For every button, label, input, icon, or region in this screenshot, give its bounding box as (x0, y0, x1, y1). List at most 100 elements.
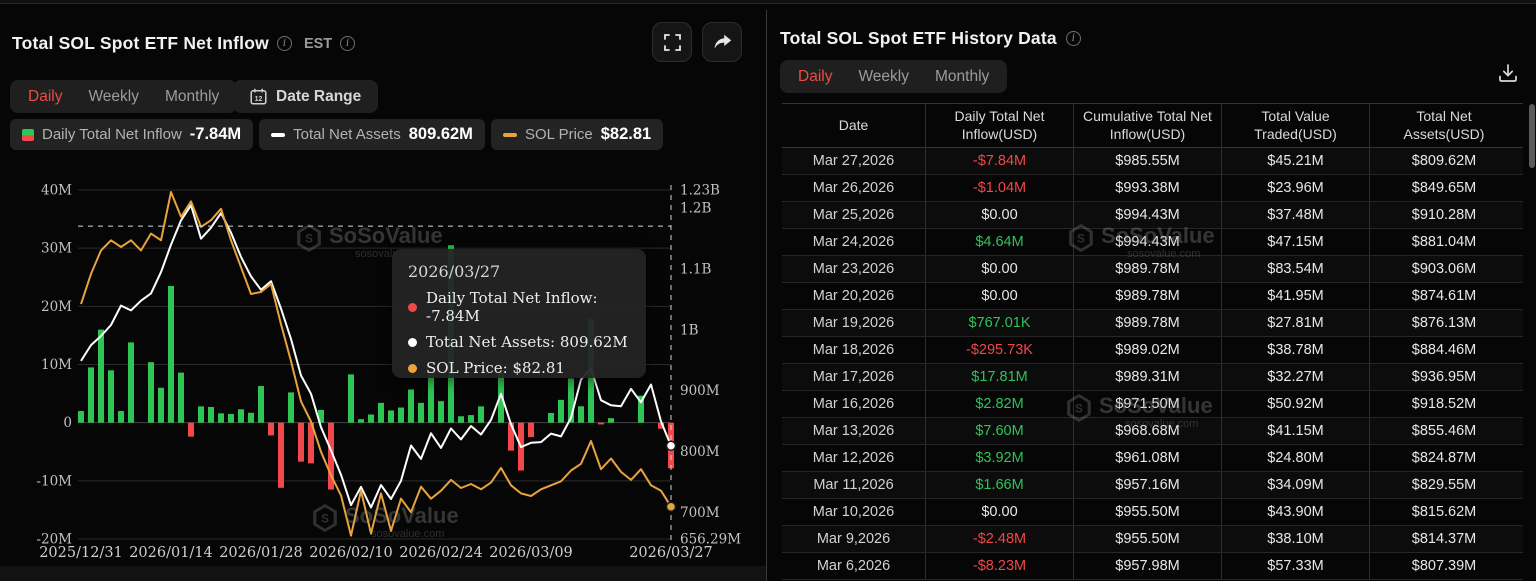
tooltip-series-dot-icon (408, 364, 417, 373)
inflow-bar (458, 416, 464, 422)
tab-daily[interactable]: Daily (15, 80, 75, 113)
download-button[interactable] (1498, 63, 1518, 86)
table-cell: $41.95M (1222, 283, 1370, 309)
table-row[interactable]: Mar 17,2026$17.81M$989.31M$32.27M$936.95… (782, 364, 1523, 391)
legend-daily-net-inflow[interactable]: Daily Total Net Inflow -7.84M (10, 119, 253, 150)
left-axis-tick: 40M (41, 183, 72, 199)
legend-total-net-assets[interactable]: Total Net Assets 809.62M (259, 119, 485, 150)
tab-daily[interactable]: Daily (785, 60, 845, 93)
history-table-panel: Total SOL Spot ETF History Data i Daily … (778, 0, 1536, 581)
tooltip-series-dot-icon (408, 338, 417, 347)
inflow-bar (408, 390, 414, 423)
right-axis-tick: 900M (680, 383, 720, 399)
table-cell: Mar 17,2026 (782, 364, 926, 390)
table-cell: -$1.04M (926, 175, 1074, 201)
table-cell: $47.15M (1222, 229, 1370, 255)
table-cell: Mar 27,2026 (782, 148, 926, 174)
calendar-icon: 12 (250, 88, 267, 105)
tab-weekly[interactable]: Weekly (845, 60, 922, 93)
tooltip-series-value: Daily Total Net Inflow: -7.84M (426, 289, 630, 325)
table-cell: $43.90M (1222, 499, 1370, 525)
table-cell: $849.65M (1370, 175, 1518, 201)
table-cell: $989.02M (1074, 337, 1222, 363)
table-cell: $38.78M (1222, 337, 1370, 363)
inflow-bar (478, 406, 484, 422)
tab-monthly[interactable]: Monthly (152, 80, 232, 113)
dashboard-page: Total SOL Spot ETF Net Inflow i EST i Da… (0, 0, 1536, 581)
table-row[interactable]: Mar 25,2026$0.00$994.43M$37.48M$910.28M (782, 202, 1523, 229)
info-icon[interactable]: i (277, 36, 292, 51)
inflow-bar (548, 413, 554, 423)
left-axis-tick: 10M (41, 357, 72, 373)
table-row[interactable]: Mar 27,2026-$7.84M$985.55M$45.21M$809.62… (782, 148, 1523, 175)
share-button[interactable] (702, 22, 742, 62)
left-axis-tick: 30M (41, 241, 72, 257)
table-cell: Mar 20,2026 (782, 283, 926, 309)
chart-bottom-scroll-strip[interactable] (0, 566, 766, 581)
date-range-button[interactable]: 12 Date Range (233, 80, 378, 113)
table-row[interactable]: Mar 20,2026$0.00$989.78M$41.95M$874.61M (782, 283, 1523, 310)
table-row[interactable]: Mar 19,2026$767.01K$989.78M$27.81M$876.1… (782, 310, 1523, 337)
table-cell: Mar 12,2026 (782, 445, 926, 471)
table-row[interactable]: Mar 12,2026$3.92M$961.08M$24.80M$824.87M (782, 445, 1523, 472)
table-cell: $815.62M (1370, 499, 1518, 525)
table-header-row: DateDaily Total Net Inflow(USD)Cumulativ… (782, 103, 1523, 148)
inflow-bar (578, 406, 584, 422)
table-cell: $57.33M (1222, 553, 1370, 579)
chart-legend: Daily Total Net Inflow -7.84M Total Net … (10, 119, 663, 150)
inflow-bar (98, 330, 104, 423)
tooltip-row: Daily Total Net Inflow: -7.84M (408, 289, 630, 325)
table-row[interactable]: Mar 11,2026$1.66M$957.16M$34.09M$829.55M (782, 472, 1523, 499)
table-cell: $881.04M (1370, 229, 1518, 255)
table-row[interactable]: Mar 26,2026-$1.04M$993.38M$23.96M$849.65… (782, 175, 1523, 202)
table-cell: $7.60M (926, 418, 1074, 444)
inflow-bar (218, 413, 224, 422)
inflow-bar (378, 403, 384, 423)
table-scrollbar[interactable] (1529, 104, 1535, 168)
table-cell: Mar 11,2026 (782, 472, 926, 498)
info-icon[interactable]: i (1066, 31, 1081, 46)
x-axis-tick: 2026/01/28 (219, 545, 303, 561)
table-cell: $829.55M (1370, 472, 1518, 498)
download-icon (1498, 63, 1518, 83)
left-axis-tick: 20M (41, 299, 72, 315)
table-row[interactable]: Mar 16,2026$2.82M$971.50M$50.92M$918.52M (782, 391, 1523, 418)
tooltip-date: 2026/03/27 (408, 262, 630, 281)
table-cell: $2.82M (926, 391, 1074, 417)
table-row[interactable]: Mar 23,2026$0.00$989.78M$83.54M$903.06M (782, 256, 1523, 283)
table-cell: $24.80M (1222, 445, 1370, 471)
tooltip-series-value: SOL Price: $82.81 (426, 359, 565, 377)
table-cell: $4.64M (926, 229, 1074, 255)
table-cell: $17.81M (926, 364, 1074, 390)
inflow-bar (238, 409, 244, 422)
table-cell: $985.55M (1074, 148, 1222, 174)
table-cell: Mar 18,2026 (782, 337, 926, 363)
table-cell: $767.01K (926, 310, 1074, 336)
inflow-bar (158, 388, 164, 423)
tab-weekly[interactable]: Weekly (75, 80, 152, 113)
table-cell: Mar 10,2026 (782, 499, 926, 525)
table-row[interactable]: Mar 13,2026$7.60M$968.68M$41.15M$855.46M (782, 418, 1523, 445)
table-cell: $989.78M (1074, 256, 1222, 282)
table-title: Total SOL Spot ETF History Data (780, 28, 1057, 49)
tab-monthly[interactable]: Monthly (922, 60, 1002, 93)
table-cell: $874.61M (1370, 283, 1518, 309)
table-cell: $936.95M (1370, 364, 1518, 390)
table-cell: $83.54M (1222, 256, 1370, 282)
table-cell: $27.81M (1222, 310, 1370, 336)
x-axis-tick: 2026/03/27 (629, 545, 713, 561)
table-row[interactable]: Mar 24,2026$4.64M$994.43M$47.15M$881.04M (782, 229, 1523, 256)
table-cell: Mar 19,2026 (782, 310, 926, 336)
info-icon[interactable]: i (340, 36, 355, 51)
fullscreen-button[interactable] (652, 22, 692, 62)
table-cell: Mar 13,2026 (782, 418, 926, 444)
legend-sol-price[interactable]: SOL Price $82.81 (491, 119, 663, 150)
table-row[interactable]: Mar 18,2026-$295.73K$989.02M$38.78M$884.… (782, 337, 1523, 364)
inflow-bar (118, 411, 124, 423)
table-row[interactable]: Mar 9,2026-$2.48M$955.50M$38.10M$814.37M (782, 526, 1523, 553)
table-cell: $994.43M (1074, 229, 1222, 255)
table-panel-header: Total SOL Spot ETF History Data i (780, 28, 1081, 49)
table-cell: Mar 23,2026 (782, 256, 926, 282)
table-row[interactable]: Mar 10,2026$0.00$955.50M$43.90M$815.62M (782, 499, 1523, 526)
table-row[interactable]: Mar 6,2026-$8.23M$957.98M$57.33M$807.39M (782, 553, 1523, 580)
